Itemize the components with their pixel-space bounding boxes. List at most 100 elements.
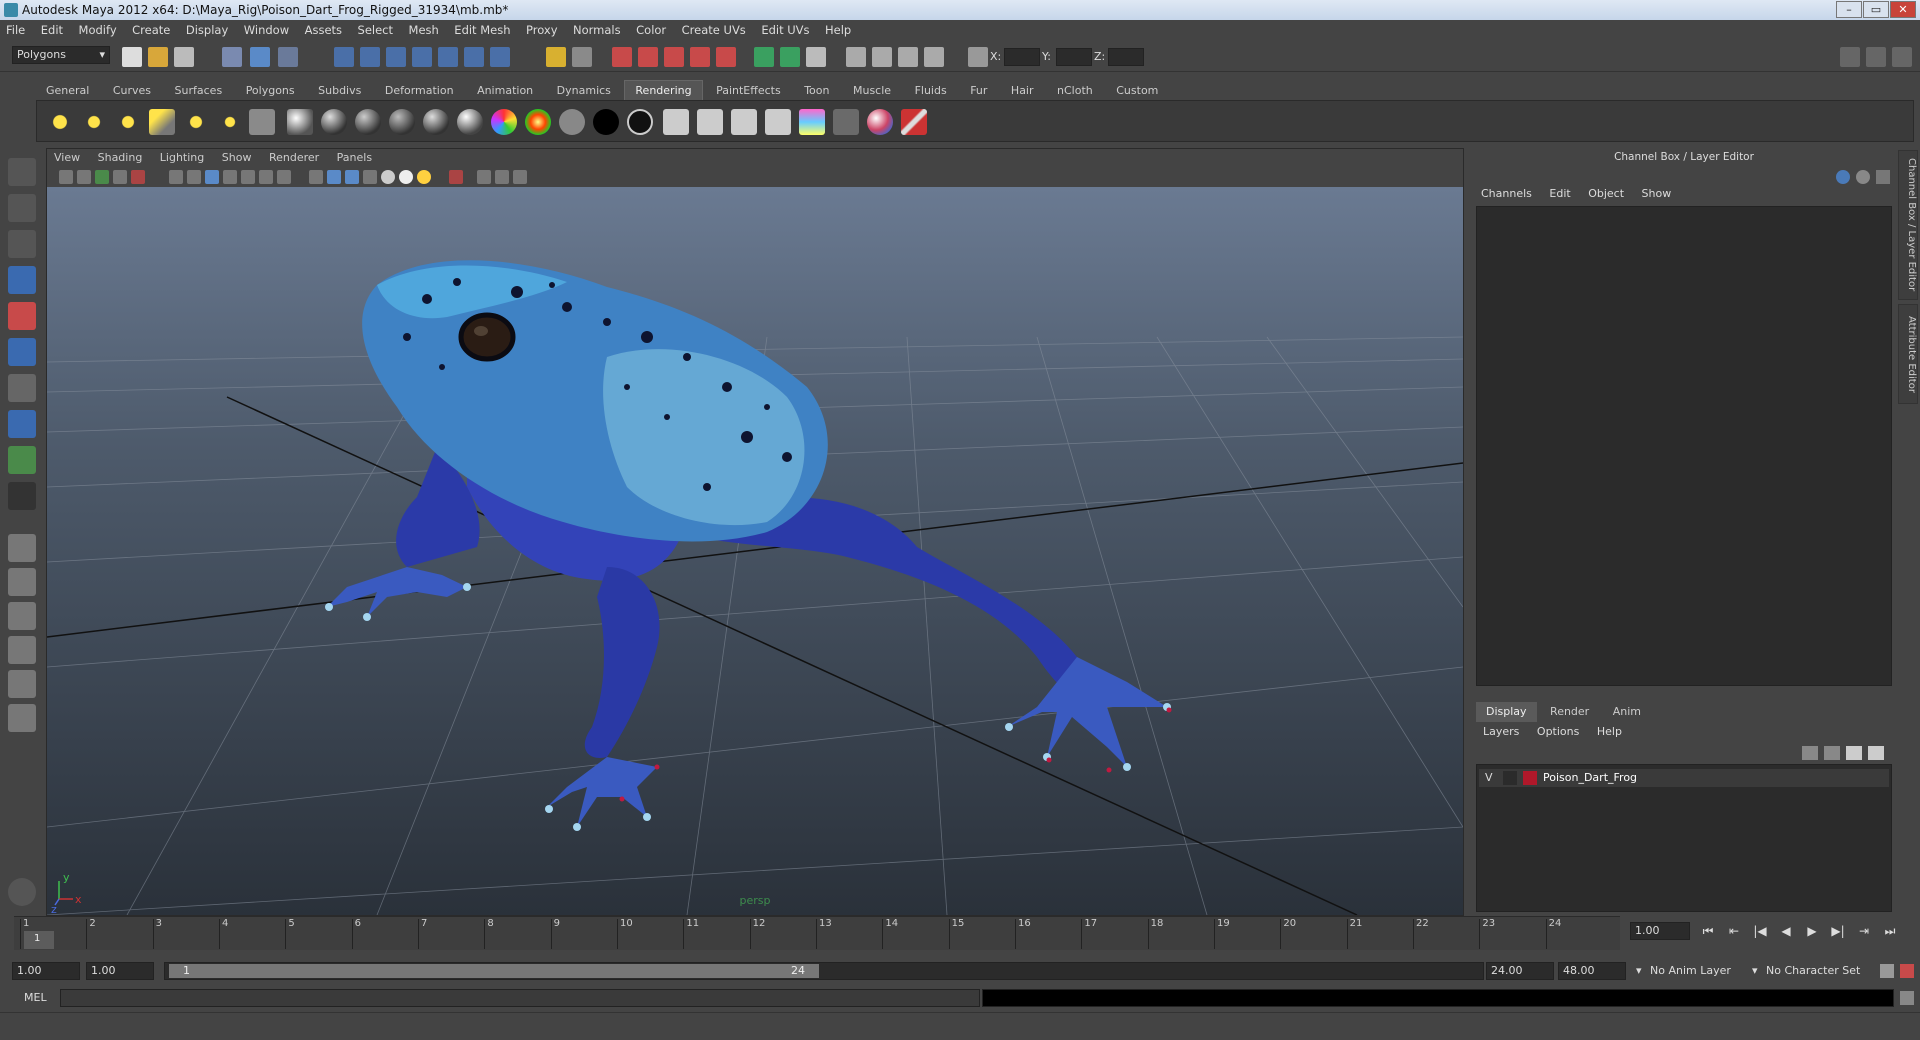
move-layer-up-icon[interactable] bbox=[1802, 746, 1818, 760]
show-manipulator-icon[interactable] bbox=[8, 446, 36, 474]
channel-box-menu-object[interactable]: Object bbox=[1581, 184, 1631, 204]
range-slider-handle[interactable] bbox=[169, 964, 819, 978]
menu-edit-mesh[interactable]: Edit Mesh bbox=[448, 20, 516, 41]
menu-file[interactable]: File bbox=[0, 20, 31, 41]
shelf-tab-surfaces[interactable]: Surfaces bbox=[165, 81, 233, 101]
layer-tab-display[interactable]: Display bbox=[1476, 702, 1537, 722]
shelf-tab-fluids[interactable]: Fluids bbox=[905, 81, 957, 101]
select-component-icon[interactable] bbox=[278, 47, 298, 67]
texture-checker-icon[interactable] bbox=[697, 109, 723, 135]
play-backwards-icon[interactable]: ◀ bbox=[1776, 922, 1796, 940]
viewport-menu-shading[interactable]: Shading bbox=[91, 149, 150, 167]
menu-color[interactable]: Color bbox=[630, 20, 672, 41]
layout-four-icon[interactable] bbox=[8, 568, 36, 596]
menu-normals[interactable]: Normals bbox=[567, 20, 627, 41]
side-tab-channel-box[interactable]: Channel Box / Layer Editor bbox=[1898, 150, 1918, 300]
spot-light-icon[interactable] bbox=[149, 109, 175, 135]
layer-menu-layers[interactable]: Layers bbox=[1476, 722, 1526, 742]
batch-render-icon[interactable] bbox=[833, 109, 859, 135]
output-ops-icon[interactable] bbox=[780, 47, 800, 67]
auto-key-icon[interactable] bbox=[1880, 964, 1894, 978]
channel-box-menu-edit[interactable]: Edit bbox=[1542, 184, 1577, 204]
go-to-start-icon[interactable]: ⏮ bbox=[1698, 922, 1718, 940]
playback-start-field[interactable]: 1.00 bbox=[86, 962, 154, 980]
range-slider[interactable]: 1 24 bbox=[164, 962, 1484, 980]
camera-icon[interactable] bbox=[846, 47, 866, 67]
step-forward-frame-icon[interactable]: ▶| bbox=[1828, 922, 1848, 940]
shelf-tab-ncloth[interactable]: nCloth bbox=[1047, 81, 1103, 101]
move-tool-icon[interactable] bbox=[8, 266, 36, 294]
layer-menu-help[interactable]: Help bbox=[1590, 722, 1629, 742]
snap-plane-icon[interactable] bbox=[412, 47, 432, 67]
new-scene-icon[interactable] bbox=[122, 47, 142, 67]
black-shader-icon[interactable] bbox=[593, 109, 619, 135]
shelf-tab-custom[interactable]: Custom bbox=[1106, 81, 1168, 101]
snap-point-icon[interactable] bbox=[386, 47, 406, 67]
scale-tool-icon[interactable] bbox=[8, 338, 36, 366]
shelf-tab-dynamics[interactable]: Dynamics bbox=[547, 81, 621, 101]
texture-ramp-icon[interactable] bbox=[731, 109, 757, 135]
menu-assets[interactable]: Assets bbox=[299, 20, 348, 41]
current-frame-field[interactable]: 1.00 bbox=[1630, 922, 1690, 940]
snap-curve-icon[interactable] bbox=[360, 47, 380, 67]
textured-icon[interactable] bbox=[363, 170, 377, 184]
render-sphere-icon[interactable] bbox=[867, 109, 893, 135]
chevron-down-icon[interactable]: ▾ bbox=[1636, 962, 1642, 980]
menu-proxy[interactable]: Proxy bbox=[520, 20, 564, 41]
new-layer-selected-icon[interactable] bbox=[1868, 746, 1884, 760]
channel-box-hyper-icon[interactable] bbox=[1876, 170, 1890, 184]
playblast-icon[interactable] bbox=[872, 47, 892, 67]
shelf-tab-hair[interactable]: Hair bbox=[1001, 81, 1044, 101]
directional-light-icon[interactable] bbox=[81, 109, 107, 135]
menu-create[interactable]: Create bbox=[126, 20, 176, 41]
select-hierarchy-icon[interactable] bbox=[222, 47, 242, 67]
play-forwards-icon[interactable]: ▶ bbox=[1802, 922, 1822, 940]
shelf-tab-toon[interactable]: Toon bbox=[794, 81, 839, 101]
smooth-shade-icon[interactable] bbox=[327, 170, 341, 184]
channel-box-menu-show[interactable]: Show bbox=[1635, 184, 1679, 204]
anim-layer-dropdown[interactable]: No Anim Layer bbox=[1650, 962, 1731, 980]
menu-select[interactable]: Select bbox=[352, 20, 399, 41]
z-field[interactable] bbox=[1108, 48, 1144, 66]
rotate-tool-icon[interactable] bbox=[8, 302, 36, 330]
grid-icon[interactable] bbox=[169, 170, 183, 184]
mudbox-icon[interactable] bbox=[8, 878, 36, 906]
bookmarks-icon[interactable] bbox=[95, 170, 109, 184]
layer-visibility-toggle[interactable]: V bbox=[1485, 769, 1493, 787]
paint-brush-icon[interactable] bbox=[901, 109, 927, 135]
step-forward-key-icon[interactable]: ⇥ bbox=[1854, 922, 1874, 940]
script-editor-icon[interactable] bbox=[1900, 991, 1914, 1005]
rename-icon[interactable] bbox=[806, 47, 826, 67]
anisotropic-sphere-icon[interactable] bbox=[423, 109, 449, 135]
phonge-sphere-icon[interactable] bbox=[389, 109, 415, 135]
channel-box-manip-icon[interactable] bbox=[1836, 170, 1850, 184]
layer-row[interactable]: V Poison_Dart_Frog bbox=[1479, 769, 1889, 787]
select-object-icon[interactable] bbox=[250, 47, 270, 67]
viewport-menu-panels[interactable]: Panels bbox=[330, 149, 379, 167]
use-background-icon[interactable] bbox=[559, 109, 585, 135]
texture-noise-icon[interactable] bbox=[765, 109, 791, 135]
soft-mod-tool-icon[interactable] bbox=[8, 410, 36, 438]
viewport-menu-show[interactable]: Show bbox=[215, 149, 259, 167]
hypershade-icon[interactable] bbox=[690, 47, 710, 67]
layered-sphere-icon[interactable] bbox=[457, 109, 483, 135]
make-live-icon[interactable] bbox=[438, 47, 458, 67]
save-scene-icon[interactable] bbox=[174, 47, 194, 67]
snap-grid-icon[interactable] bbox=[334, 47, 354, 67]
select-tool-icon[interactable] bbox=[8, 158, 36, 186]
hardware-texturing-icon[interactable] bbox=[513, 170, 527, 184]
shadows-icon[interactable] bbox=[417, 170, 431, 184]
shelf-tab-polygons[interactable]: Polygons bbox=[236, 81, 305, 101]
y-field[interactable] bbox=[1056, 48, 1092, 66]
shelf-tab-animation[interactable]: Animation bbox=[467, 81, 543, 101]
move-layer-down-icon[interactable] bbox=[1824, 746, 1840, 760]
layer-playback-toggle[interactable] bbox=[1503, 771, 1517, 785]
volume-light-icon[interactable] bbox=[217, 109, 243, 135]
ambient-light-icon[interactable] bbox=[47, 109, 73, 135]
blinn-sphere-icon[interactable] bbox=[287, 109, 313, 135]
input-ops-icon[interactable] bbox=[754, 47, 774, 67]
safe-title-icon[interactable] bbox=[277, 170, 291, 184]
perspective-viewport[interactable]: y x z persp bbox=[47, 187, 1463, 915]
menu-help[interactable]: Help bbox=[819, 20, 857, 41]
layout-hypershade-icon[interactable] bbox=[8, 670, 36, 698]
